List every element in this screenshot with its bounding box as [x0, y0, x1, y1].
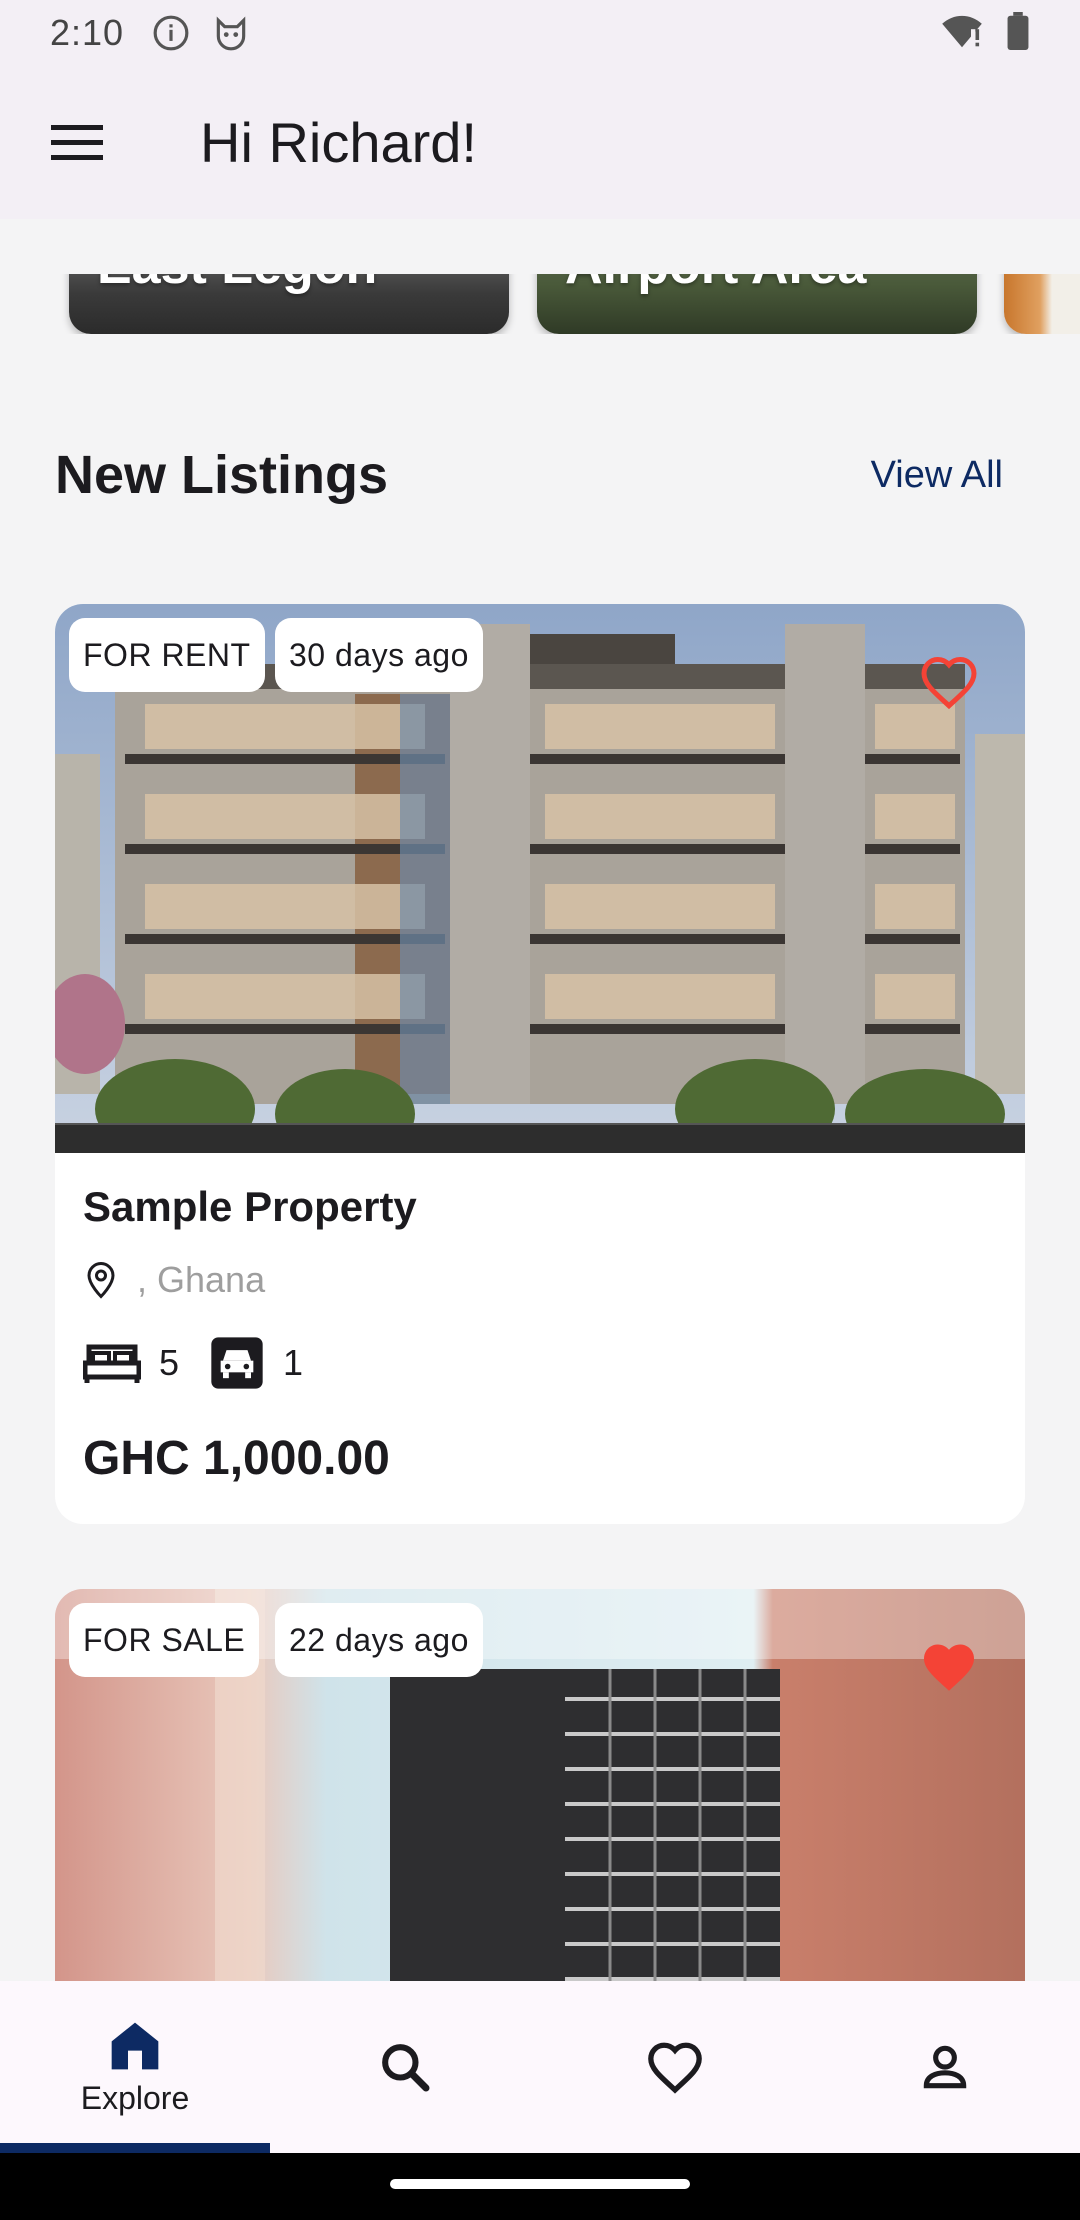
car-icon	[211, 1337, 263, 1389]
nav-favorites[interactable]	[540, 1981, 810, 2153]
active-tab-indicator	[0, 2143, 270, 2153]
app-bar: Hi Richard!	[0, 66, 1080, 219]
heart-icon	[648, 2042, 702, 2094]
nav-explore-label: Explore	[80, 2079, 190, 2116]
menu-icon	[51, 124, 103, 160]
listing-status-tag: FOR RENT	[69, 618, 265, 692]
main-content[interactable]: East Legon Airport Area New Listings Vie…	[0, 219, 1080, 1981]
listing-card[interactable]: FOR RENT 30 days ago Sample Property , G…	[55, 604, 1025, 1524]
search-icon	[382, 2044, 430, 2092]
listing-status-tag: FOR SALE	[69, 1603, 260, 1677]
listing-image: FOR RENT 30 days ago	[55, 604, 1025, 1153]
home-icon	[111, 2022, 159, 2069]
bottom-navigation: Explore	[0, 1981, 1080, 2153]
person-icon	[923, 2045, 967, 2089]
page-title: Hi Richard!	[200, 111, 477, 174]
menu-button[interactable]	[39, 105, 115, 181]
listing-price: GHC 1,000.00	[83, 1432, 390, 1485]
favorite-button[interactable]	[919, 654, 979, 710]
new-listings-header: New Listings View All	[55, 444, 1025, 506]
areas-carousel[interactable]: East Legon Airport Area	[0, 274, 1080, 334]
bed-count: 5	[159, 1342, 180, 1383]
listing-title: Sample Property	[83, 1183, 417, 1230]
area-label: Airport Area	[565, 274, 866, 296]
status-bar: 2:10	[0, 0, 1080, 66]
area-card-east-legon[interactable]: East Legon	[69, 274, 509, 334]
status-time: 2:10	[50, 12, 125, 53]
nav-profile[interactable]	[810, 1981, 1080, 2153]
listing-card[interactable]: FOR SALE 22 days ago	[55, 1589, 1025, 1981]
area-label: East Legon	[97, 274, 377, 296]
home-gesture-handle[interactable]	[390, 2179, 690, 2189]
listing-age-tag: 22 days ago	[275, 1603, 483, 1677]
listing-location: , Ghana	[83, 1259, 997, 1301]
area-card-next[interactable]	[1004, 274, 1080, 334]
favorite-button[interactable]	[919, 1639, 979, 1695]
heart-outline-icon	[921, 656, 977, 710]
heart-filled-icon	[924, 1644, 974, 1691]
wifi-icon	[940, 13, 984, 54]
nav-search[interactable]	[270, 1981, 540, 2153]
location-text: , Ghana	[137, 1259, 266, 1300]
info-icon	[152, 14, 190, 52]
listing-age-tag: 30 days ago	[275, 618, 483, 692]
view-all-link[interactable]: View All	[871, 454, 1003, 497]
listing-features: 5 1	[83, 1335, 997, 1391]
section-title: New Listings	[55, 445, 389, 505]
listing-details: Sample Property , Ghana 5 1 GHC 1,000.00	[55, 1153, 1025, 1524]
system-navigation-bar	[0, 2153, 1080, 2220]
nav-explore[interactable]: Explore	[0, 1981, 270, 2153]
area-card-airport-area[interactable]: Airport Area	[537, 274, 977, 334]
location-pin-icon	[87, 1261, 115, 1299]
garage-count: 1	[283, 1342, 304, 1383]
cat-icon	[212, 14, 250, 52]
battery-icon	[1006, 11, 1030, 55]
listing-image: FOR SALE 22 days ago	[55, 1589, 1025, 1981]
bed-icon	[83, 1344, 141, 1383]
